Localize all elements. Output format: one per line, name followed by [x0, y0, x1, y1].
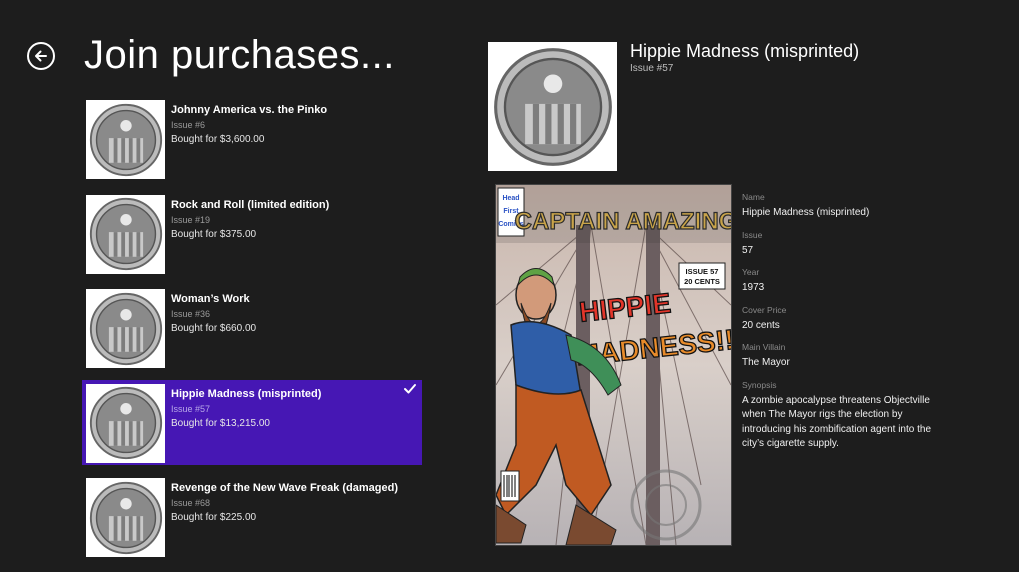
property-value: 57	[742, 244, 754, 256]
property-label: Name	[742, 192, 765, 202]
comic-thumbnail	[86, 194, 165, 274]
comic-token-icon	[89, 292, 162, 365]
detail-thumbnail	[488, 42, 617, 171]
list-item-selected[interactable]: Hippie Madness (misprinted) Issue #57 Bo…	[82, 379, 422, 465]
cover-price: 20 CENTS	[684, 277, 720, 286]
item-issue: Issue #6	[171, 120, 206, 130]
comic-thumbnail	[86, 478, 165, 557]
item-price: Bought for $660.00	[171, 323, 257, 334]
item-name: Rock and Roll (limited edition)	[171, 198, 330, 211]
item-issue: Issue #57	[171, 403, 211, 414]
property-value: The Mayor	[742, 357, 790, 368]
comic-token-icon	[89, 197, 162, 271]
property-synopsis: Synopsis A zombie apocalypse threatens O…	[742, 380, 942, 452]
property-label: Year	[742, 267, 760, 277]
purchase-list: Johnny America vs. the Pinko Issue #6 Bo…	[82, 96, 422, 569]
item-issue: Issue #68	[171, 498, 211, 508]
property-value: 20 cents	[742, 319, 780, 331]
property-value: Hippie Madness (misprinted)	[742, 207, 870, 218]
cover-issue-number: ISSUE 57	[686, 267, 719, 276]
comic-token-icon	[89, 481, 162, 554]
checkmark-icon	[404, 383, 416, 393]
list-item[interactable]: Woman’s Work Issue #36 Bought for $660.0…	[82, 285, 422, 370]
comic-thumbnail	[86, 289, 165, 368]
list-item[interactable]: Revenge of the New Wave Freak (damaged) …	[82, 474, 422, 559]
item-price: Bought for $13,215.00	[171, 417, 270, 429]
comic-properties: Name Hippie Madness (misprinted) Issue 5…	[742, 192, 942, 461]
property-value: A zombie apocalypse threatens Objectvill…	[742, 394, 932, 450]
property-cover-price: Cover Price 20 cents	[742, 305, 942, 334]
comic-token-icon	[493, 47, 612, 166]
item-price: Bought for $3,600.00	[171, 134, 265, 145]
item-price: Bought for $225.00	[171, 512, 257, 523]
comic-thumbnail	[86, 100, 165, 179]
cover-series-title: CAPTAIN AMAZING	[515, 208, 731, 235]
property-issue: Issue 57	[742, 230, 942, 259]
item-price: Bought for $375.00	[171, 228, 257, 240]
item-issue: Issue #36	[171, 309, 211, 319]
property-value: 1973	[742, 282, 765, 293]
item-name: Woman’s Work	[171, 293, 250, 305]
property-label: Main Villain	[742, 342, 786, 352]
comic-token-icon	[89, 386, 162, 460]
page-title: Join purchases...	[84, 33, 395, 77]
comic-cover-image: Head First Comics CAPTAIN AMAZING ISSUE …	[495, 184, 732, 546]
back-button[interactable]	[27, 42, 55, 70]
comic-thumbnail	[86, 383, 165, 463]
cover-publisher-line: Head	[502, 195, 519, 202]
item-name: Johnny America vs. the Pinko	[171, 104, 328, 116]
item-issue: Issue #19	[171, 214, 211, 225]
detail-issue: Issue #57	[630, 63, 674, 74]
list-item[interactable]: Rock and Roll (limited edition) Issue #1…	[82, 191, 422, 276]
item-name: Revenge of the New Wave Freak (damaged)	[171, 482, 398, 494]
property-year: Year 1973	[742, 267, 942, 296]
item-name: Hippie Madness (misprinted)	[171, 387, 322, 400]
detail-title: Hippie Madness (misprinted)	[630, 41, 860, 61]
property-main-villain: Main Villain The Mayor	[742, 342, 942, 371]
property-label: Cover Price	[742, 304, 787, 315]
comic-token-icon	[89, 103, 162, 176]
property-name: Name Hippie Madness (misprinted)	[742, 192, 942, 221]
back-arrow-icon	[35, 50, 47, 62]
property-label: Issue	[742, 229, 763, 240]
list-item[interactable]: Johnny America vs. the Pinko Issue #6 Bo…	[82, 96, 422, 181]
property-label: Synopsis	[742, 379, 777, 390]
